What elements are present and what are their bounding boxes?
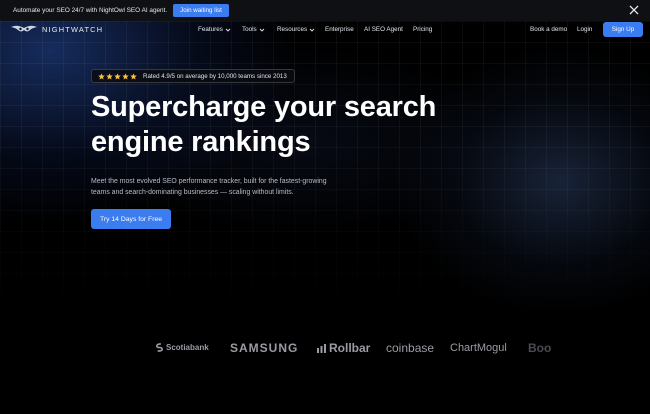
headline-line-2: engine rankings	[91, 126, 311, 158]
rating-text: Rated 4.9/5 on average by 10,000 teams s…	[143, 72, 287, 80]
chevron-down-icon	[259, 28, 265, 32]
nav-ai-seo-agent-label: AI SEO Agent	[364, 26, 403, 33]
logo-scotiabank-text: Scotiabank	[166, 343, 209, 352]
logo-scotiabank: Scotiabank	[155, 343, 209, 352]
join-waiting-list-button[interactable]: Join waiting list	[173, 4, 229, 17]
free-trial-button[interactable]: Try 14 Days for Free	[91, 209, 171, 229]
star-icon	[122, 72, 129, 80]
customer-logos: Scotiabank SAMSUNG Rollbar coinbase Char…	[0, 336, 650, 360]
nav-enterprise-label: Enterprise	[325, 26, 354, 33]
announcement-bar: Automate your SEO 24/7 with NightOwl SEO…	[0, 0, 650, 21]
close-icon[interactable]	[628, 4, 640, 16]
rating-badge: Rated 4.9/5 on average by 10,000 teams s…	[91, 69, 295, 83]
headline-line-1: Supercharge your search	[91, 91, 437, 123]
nav-resources-label: Resources	[277, 26, 308, 33]
chevron-down-icon	[309, 28, 315, 32]
nav-ai-seo-agent[interactable]: AI SEO Agent	[364, 26, 403, 33]
site-logo[interactable]: NIGHTWATCH	[10, 24, 103, 34]
signup-button[interactable]: Sign Up	[603, 22, 643, 37]
star-icon	[114, 72, 121, 80]
logo-rollbar: Rollbar	[316, 341, 370, 355]
hero-subtext: Meet the most evolved SEO performance tr…	[91, 178, 327, 196]
nav-pricing[interactable]: Pricing	[413, 26, 432, 33]
nav-tools[interactable]: Tools	[242, 26, 265, 33]
chevron-down-icon	[225, 28, 231, 32]
logo-text: NIGHTWATCH	[42, 24, 104, 34]
rollbar-mark-icon	[317, 344, 326, 353]
star-icon	[130, 72, 137, 80]
logo-samsung: SAMSUNG	[230, 341, 299, 355]
hero-section: NIGHTWATCH Features Tools Resources Ente…	[0, 21, 650, 414]
nightwatch-owl-icon	[11, 25, 37, 32]
hero-headline: Supercharge your search engine rankings	[91, 90, 471, 160]
logo-chartmogul: ChartMogul	[450, 342, 507, 354]
nav-pricing-label: Pricing	[413, 26, 433, 33]
star-icon	[106, 72, 113, 80]
login-link[interactable]: Login	[577, 26, 592, 33]
logo-partial: Boo	[528, 341, 552, 355]
nav-features-label: Features	[198, 26, 223, 33]
background-grid	[0, 21, 650, 321]
nav-tools-label: Tools	[242, 26, 257, 33]
star-icon	[98, 72, 105, 80]
logo-coinbase: coinbase	[386, 341, 435, 355]
logo-rollbar-text: Rollbar	[329, 341, 371, 355]
nav-resources[interactable]: Resources	[277, 26, 315, 33]
book-demo-link[interactable]: Book a demo	[530, 26, 567, 33]
announcement-text: Automate your SEO 24/7 with NightOwl SEO…	[13, 7, 168, 14]
nav-features[interactable]: Features	[198, 26, 231, 33]
main-nav: NIGHTWATCH Features Tools Resources Ente…	[0, 21, 650, 38]
nav-enterprise[interactable]: Enterprise	[325, 26, 354, 33]
scotiabank-mark-icon	[155, 343, 164, 352]
